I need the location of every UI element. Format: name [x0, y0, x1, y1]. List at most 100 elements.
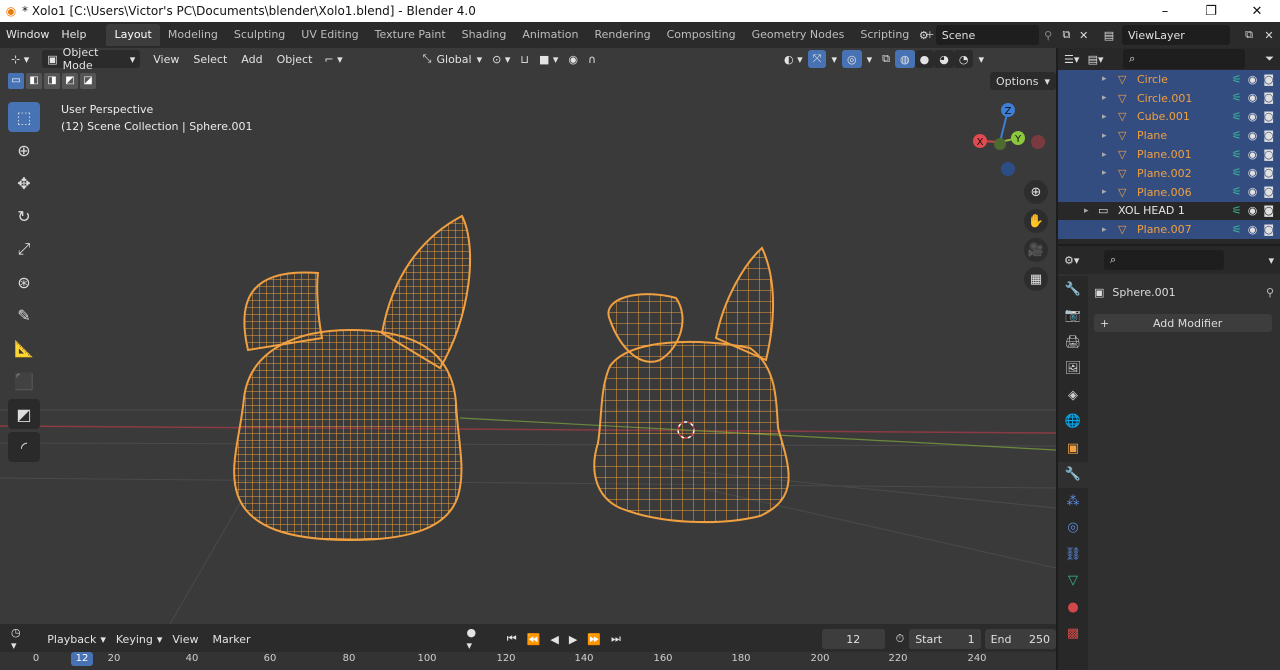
overlay-dropdown-icon[interactable]: ▾: [862, 50, 878, 68]
select-intersect-icon[interactable]: ◪: [80, 73, 96, 89]
shading-rendered-icon[interactable]: ◔: [953, 50, 974, 68]
extra-tool-2[interactable]: ◜: [8, 432, 40, 462]
pin-icon[interactable]: ⚲: [1266, 286, 1274, 299]
restore-button[interactable]: ❐: [1188, 0, 1234, 22]
menu-marker[interactable]: Marker: [207, 630, 255, 648]
3d-viewport[interactable]: ⊹ ▾ ▣ Object Mode ▾ View Select Add Obje…: [0, 48, 1056, 624]
modifier-tab-icon[interactable]: 🔧: [1058, 461, 1088, 488]
current-frame-indicator[interactable]: 12: [71, 652, 93, 666]
outliner-row[interactable]: ▸ ▽ Plane.001 ⚟ ◉ ◙: [1058, 145, 1280, 164]
tab-compositing[interactable]: Compositing: [659, 24, 744, 46]
jump-start-icon[interactable]: ⏮: [502, 630, 522, 648]
add-cube-tool[interactable]: ⬛: [8, 366, 40, 396]
zoom-icon[interactable]: ⊕: [1024, 180, 1048, 204]
eye-icon[interactable]: ◉: [1248, 223, 1258, 236]
menu-timeline-view[interactable]: View: [167, 630, 203, 648]
play-icon[interactable]: ▶: [564, 630, 582, 648]
outliner-row[interactable]: ▸ ▽ Circle ⚟ ◉ ◙: [1058, 70, 1280, 89]
expand-arrow-icon[interactable]: ▸: [1102, 93, 1107, 103]
tab-uv-editing[interactable]: UV Editing: [293, 24, 366, 46]
view-layer-tab-icon[interactable]: 🖼: [1058, 356, 1088, 383]
shading-solid-icon[interactable]: ●: [914, 50, 935, 68]
tab-scripting[interactable]: Scripting: [852, 24, 917, 46]
tab-animation[interactable]: Animation: [514, 24, 586, 46]
transform-tool[interactable]: ⊛: [8, 267, 40, 297]
next-keyframe-icon[interactable]: ⏩: [582, 630, 606, 648]
menu-window[interactable]: Window: [0, 22, 55, 48]
frame-ruler[interactable]: 0 20 40 60 80 100 120 140 160 180 200 22…: [0, 652, 1056, 670]
mode-dropdown[interactable]: ▣ Object Mode ▾: [42, 48, 141, 72]
world-tab-icon[interactable]: 🌐: [1058, 409, 1088, 436]
visibility-icon[interactable]: ◐ ▾: [779, 50, 808, 68]
expand-arrow-icon[interactable]: ▸: [1084, 206, 1089, 216]
end-frame-field[interactable]: End 250: [984, 629, 1056, 649]
tab-modeling[interactable]: Modeling: [160, 24, 226, 46]
render-camera-icon[interactable]: ◙: [1263, 204, 1274, 217]
eye-icon[interactable]: ◉: [1248, 204, 1258, 217]
timeline-editor-icon[interactable]: ◷ ▾: [6, 626, 32, 652]
render-camera-icon[interactable]: ◙: [1263, 223, 1274, 236]
scene-tab-icon[interactable]: ◈: [1058, 382, 1088, 409]
jump-end-icon[interactable]: ⏭: [606, 630, 626, 648]
render-camera-icon[interactable]: ◙: [1263, 110, 1274, 123]
select-box-tool[interactable]: ⬚: [8, 102, 40, 132]
shading-wireframe-icon[interactable]: ◍: [895, 50, 915, 68]
minimize-button[interactable]: –: [1142, 0, 1188, 22]
expand-arrow-icon[interactable]: ▸: [1102, 112, 1107, 122]
gizmo-toggle-icon[interactable]: ⤧: [807, 50, 827, 68]
expand-arrow-icon[interactable]: ▸: [1102, 131, 1107, 141]
render-camera-icon[interactable]: ◙: [1263, 185, 1274, 198]
prev-keyframe-icon[interactable]: ⏪: [522, 630, 546, 648]
select-extend-icon[interactable]: ◧: [26, 73, 42, 89]
expand-arrow-icon[interactable]: ▸: [1102, 150, 1107, 160]
rotate-tool[interactable]: ↻: [8, 201, 40, 231]
particles-tab-icon[interactable]: ⁂: [1058, 488, 1088, 515]
material-tab-icon[interactable]: ●: [1058, 594, 1088, 621]
menu-playback[interactable]: Playback ▾: [42, 630, 111, 648]
new-view-layer-icon[interactable]: ⧉: [1238, 28, 1260, 42]
extra-tool-1[interactable]: ◩: [8, 399, 40, 429]
pan-hand-icon[interactable]: ✋: [1024, 209, 1048, 233]
snap-mode-icon[interactable]: ⌐ ▾: [319, 50, 347, 68]
select-subtract-icon[interactable]: ◨: [44, 73, 60, 89]
snap-icon[interactable]: ⊔: [515, 50, 534, 68]
measure-tool[interactable]: 📐: [8, 333, 40, 363]
shading-dropdown-icon[interactable]: ▾: [973, 50, 989, 68]
chevron-down-icon[interactable]: ▾: [1268, 254, 1274, 267]
eye-icon[interactable]: ◉: [1248, 91, 1258, 104]
expand-arrow-icon[interactable]: ▸: [1102, 74, 1107, 84]
annotate-tool[interactable]: ✎: [8, 300, 40, 330]
menu-help[interactable]: Help: [55, 22, 92, 48]
render-camera-icon[interactable]: ◙: [1263, 148, 1274, 161]
properties-search-field[interactable]: ⌕: [1104, 250, 1224, 270]
outliner-row[interactable]: ▸ ▽ Plane.007 ⚟ ◉ ◙: [1058, 220, 1280, 240]
outliner-row[interactable]: ▸ ▽ Plane.002 ⚟ ◉ ◙: [1058, 163, 1280, 183]
outliner-row[interactable]: ▸ ▭ XOL HEAD 1 ⚟ ◉ ◙: [1058, 202, 1280, 221]
pivot-point-icon[interactable]: ⊙ ▾: [487, 50, 515, 68]
tool-tab-icon[interactable]: 🔧: [1058, 276, 1088, 303]
navigation-gizmo[interactable]: X Y Z: [970, 102, 1050, 192]
delete-view-layer-icon[interactable]: ✕: [1260, 29, 1278, 42]
menu-object[interactable]: Object: [272, 50, 318, 68]
texture-tab-icon[interactable]: ▩: [1058, 621, 1088, 648]
outliner-editor-icon[interactable]: ☰▾: [1064, 53, 1088, 66]
move-tool[interactable]: ✥: [8, 168, 40, 198]
eye-icon[interactable]: ◉: [1248, 148, 1258, 161]
overlay-toggle-icon[interactable]: ◎: [842, 50, 862, 68]
outliner-row[interactable]: ▸ ▽ Plane.006 ⚟ ◉ ◙: [1058, 182, 1280, 202]
render-camera-icon[interactable]: ◙: [1263, 91, 1274, 104]
outliner-search-field[interactable]: ⌕: [1123, 49, 1246, 69]
constraints-tab-icon[interactable]: ⛓: [1058, 541, 1088, 568]
xray-toggle-icon[interactable]: ⧉: [877, 50, 895, 68]
tab-rendering[interactable]: Rendering: [586, 24, 658, 46]
cursor-tool[interactable]: ⊕: [8, 135, 40, 165]
output-tab-icon[interactable]: 🖨: [1058, 329, 1088, 356]
eye-icon[interactable]: ◉: [1248, 110, 1258, 123]
tab-shading[interactable]: Shading: [454, 24, 515, 46]
proportional-edit-icon[interactable]: ◉: [563, 50, 583, 68]
menu-keying[interactable]: Keying ▾: [111, 630, 167, 648]
expand-arrow-icon[interactable]: ▸: [1102, 225, 1107, 235]
display-mode-icon[interactable]: ▤▾: [1088, 53, 1116, 66]
eye-icon[interactable]: ◉: [1248, 166, 1258, 179]
close-button[interactable]: ✕: [1234, 0, 1280, 22]
